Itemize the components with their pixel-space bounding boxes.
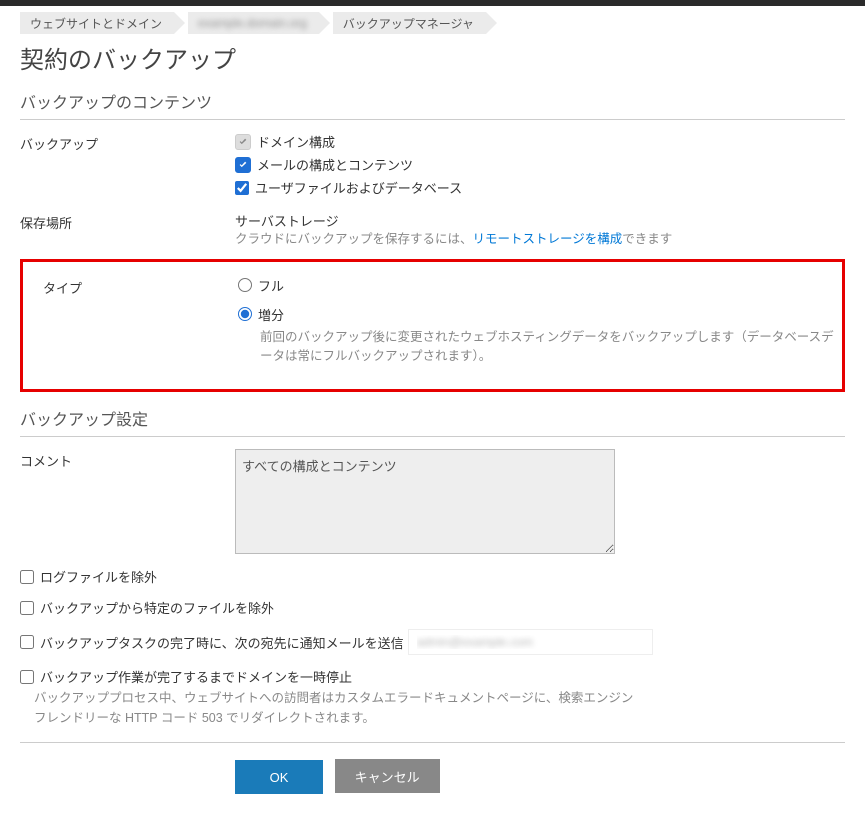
field-storage: サーバストレージ クラウドにバックアップを保存するには、リモートストレージを構成… — [235, 211, 845, 249]
suspend-domain-desc: バックアッププロセス中、ウェブサイトへの訪問者はカスタムエラードキュメントページ… — [34, 688, 634, 728]
storage-helper-suffix: できます — [622, 232, 672, 246]
button-row: OK キャンセル — [235, 759, 845, 794]
breadcrumb-item-domain[interactable]: example.domain.org — [188, 12, 319, 34]
comment-textarea[interactable] — [235, 449, 615, 554]
top-bar — [0, 0, 865, 6]
radio-incremental-input[interactable] — [238, 307, 252, 321]
incremental-desc: 前回のバックアップ後に変更されたウェブホスティングデータをバックアップします（デ… — [260, 328, 842, 366]
label-type: タイプ — [23, 276, 238, 297]
checkbox-domain-config-label: ドメイン構成 — [257, 132, 335, 151]
checkbox-exclude-specific[interactable] — [20, 601, 34, 615]
divider — [20, 742, 845, 743]
checkbox-mail-config-box[interactable] — [235, 157, 251, 173]
checkbox-user-files-label: ユーザファイルおよびデータベース — [255, 178, 462, 197]
row-type: タイプ フル 増分 前回のバックアップ後に変更されたウェブホスティングデータをバ… — [3, 276, 842, 366]
row-exclude-logs[interactable]: ログファイルを除外 — [20, 567, 845, 586]
row-suspend-domain: バックアップ作業が完了するまでドメインを一時停止 バックアッププロセス中、ウェブ… — [20, 667, 845, 728]
checkbox-domain-config-box — [235, 134, 251, 150]
label-suspend-domain: バックアップ作業が完了するまでドメインを一時停止 — [40, 667, 352, 686]
storage-value: サーバストレージ — [235, 211, 845, 230]
highlighted-section-type: タイプ フル 増分 前回のバックアップ後に変更されたウェブホスティングデータをバ… — [20, 259, 845, 393]
checkbox-exclude-logs[interactable] — [20, 570, 34, 584]
field-comment — [235, 449, 845, 557]
row-comment: コメント — [20, 449, 845, 557]
radio-full-label: フル — [258, 276, 284, 295]
radio-incremental[interactable]: 増分 — [238, 305, 842, 324]
ok-button[interactable]: OK — [235, 760, 323, 794]
radio-full-input[interactable] — [238, 278, 252, 292]
breadcrumb-item-backup-manager[interactable]: バックアップマネージャ — [333, 12, 486, 34]
page-content: ウェブサイトとドメイン example.domain.org バックアップマネー… — [0, 12, 865, 814]
checkbox-notify-email[interactable] — [20, 635, 34, 649]
section-heading-settings: バックアップ設定 — [20, 406, 845, 437]
checkbox-user-files[interactable]: ユーザファイルおよびデータベース — [235, 178, 845, 197]
breadcrumb: ウェブサイトとドメイン example.domain.org バックアップマネー… — [20, 12, 845, 34]
section-heading-content: バックアップのコンテンツ — [20, 89, 845, 120]
checkbox-suspend-domain[interactable] — [20, 670, 34, 684]
radio-incremental-label: 増分 — [258, 305, 284, 324]
label-backup: バックアップ — [20, 132, 235, 153]
storage-helper-prefix: クラウドにバックアップを保存するには、 — [235, 232, 473, 246]
row-exclude-specific[interactable]: バックアップから特定のファイルを除外 — [20, 598, 845, 617]
storage-helper: クラウドにバックアップを保存するには、リモートストレージを構成できます — [235, 230, 845, 249]
cancel-button[interactable]: キャンセル — [335, 759, 440, 793]
label-comment: コメント — [20, 449, 235, 470]
label-exclude-logs: ログファイルを除外 — [40, 567, 157, 586]
remote-storage-link[interactable]: リモートストレージを構成 — [473, 232, 623, 246]
checkbox-mail-config[interactable]: メールの構成とコンテンツ — [235, 155, 845, 174]
notify-email-input[interactable] — [408, 629, 653, 655]
label-notify-email: バックアップタスクの完了時に、次の宛先に通知メールを送信 — [40, 633, 404, 652]
label-storage: 保存場所 — [20, 211, 235, 232]
field-backup: ドメイン構成 メールの構成とコンテンツ ユーザファイルおよびデータベース — [235, 132, 845, 201]
row-backup-content: バックアップ ドメイン構成 メールの構成とコンテンツ ユーザファイルおよびデータ… — [20, 132, 845, 201]
field-type: フル 増分 前回のバックアップ後に変更されたウェブホスティングデータをバックアッ… — [238, 276, 842, 366]
radio-full[interactable]: フル — [238, 276, 842, 295]
row-storage: 保存場所 サーバストレージ クラウドにバックアップを保存するには、リモートストレ… — [20, 211, 845, 249]
checkbox-mail-config-label: メールの構成とコンテンツ — [257, 155, 413, 174]
page-title: 契約のバックアップ — [20, 40, 845, 75]
label-exclude-specific: バックアップから特定のファイルを除外 — [40, 598, 274, 617]
checkbox-user-files-box[interactable] — [235, 181, 249, 195]
row-notify-email[interactable]: バックアップタスクの完了時に、次の宛先に通知メールを送信 — [20, 629, 845, 655]
breadcrumb-item-websites[interactable]: ウェブサイトとドメイン — [20, 12, 174, 34]
checkbox-domain-config: ドメイン構成 — [235, 132, 845, 151]
